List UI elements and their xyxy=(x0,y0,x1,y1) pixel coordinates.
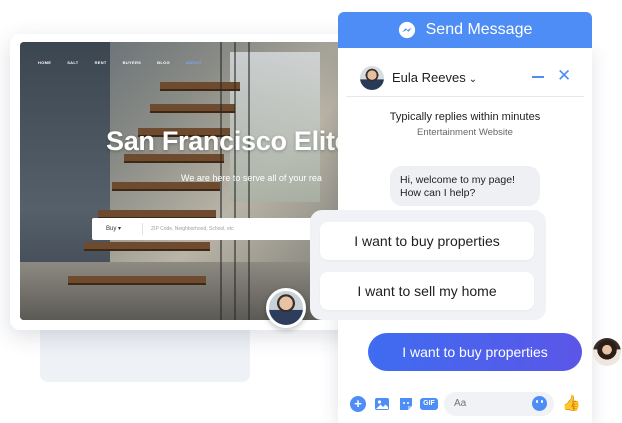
nav-item-salt[interactable]: SALT xyxy=(67,60,78,65)
emoji-icon[interactable] xyxy=(532,396,547,411)
send-message-button[interactable]: Send Message xyxy=(338,12,592,48)
outgoing-message-bubble: I want to buy properties xyxy=(368,333,582,371)
website-subtitle: We are here to serve all of your rea xyxy=(181,173,322,183)
chat-header: Eula Reeves ⌄ ✕ xyxy=(346,60,584,97)
stair-step xyxy=(150,104,235,111)
stair-step xyxy=(68,276,206,283)
header-avatar xyxy=(360,66,384,90)
user-avatar xyxy=(593,338,621,366)
website-search-bar[interactable]: Buy ▾ ZIP Code, Neighborhood, School, et… xyxy=(92,218,332,240)
stair-step xyxy=(98,210,216,217)
like-icon[interactable]: 👍 xyxy=(562,396,581,412)
search-input[interactable]: ZIP Code, Neighborhood, School, etc xyxy=(143,226,234,232)
nav-item-about[interactable]: ABOUT xyxy=(186,60,202,65)
reply-time-text: Typically replies within minutes xyxy=(389,111,541,123)
gif-icon[interactable]: GIF xyxy=(420,398,438,410)
send-message-label: Send Message xyxy=(425,21,533,38)
website-title: San Francisco Elite xyxy=(106,126,350,156)
plus-icon[interactable]: + xyxy=(350,396,366,412)
website-nav: HOME SALT RENT BUYERS BLOG ABOUT xyxy=(38,60,202,65)
quick-reply-buy[interactable]: I want to buy properties xyxy=(320,222,534,260)
minimize-icon[interactable] xyxy=(532,76,544,78)
incoming-message-bubble: Hi, welcome to my page! How can I help? xyxy=(390,166,540,206)
nav-item-rent[interactable]: RENT xyxy=(95,60,107,65)
close-icon[interactable]: ✕ xyxy=(557,67,571,85)
contact-name-dropdown[interactable]: Eula Reeves ⌄ xyxy=(392,70,477,85)
composer-toolbar: + GIF 👍 xyxy=(346,390,586,418)
stair-step xyxy=(84,242,210,249)
nav-item-home[interactable]: HOME xyxy=(38,60,51,65)
nav-item-blog[interactable]: BLOG xyxy=(157,60,170,65)
sticker-icon[interactable] xyxy=(398,396,414,412)
search-type-select[interactable]: Buy ▾ xyxy=(92,223,143,235)
nav-item-buyers[interactable]: BUYERS xyxy=(123,60,141,65)
stair-step xyxy=(112,182,220,189)
quick-reply-sell[interactable]: I want to sell my home xyxy=(320,272,534,310)
chevron-down-icon: ⌄ xyxy=(468,74,478,85)
agent-avatar[interactable] xyxy=(266,288,306,328)
image-icon[interactable] xyxy=(374,396,390,412)
page-type-text: Entertainment Website xyxy=(417,127,513,138)
messenger-icon xyxy=(398,21,415,39)
contact-name: Eula Reeves xyxy=(392,70,466,85)
stair-step xyxy=(160,82,240,89)
